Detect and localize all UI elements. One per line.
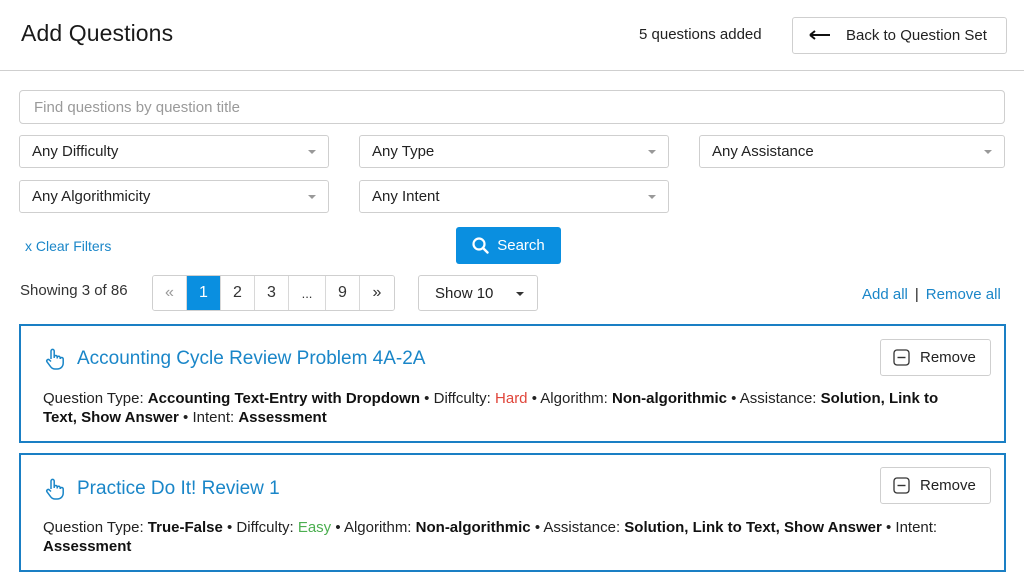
- minus-square-icon: [893, 349, 910, 366]
- meta-label: Assistance:: [739, 390, 821, 407]
- question-title-search-input[interactable]: [19, 90, 1005, 124]
- assistance-filter-value: Any Assistance: [712, 143, 814, 160]
- clear-filters-link[interactable]: x Clear Filters: [25, 238, 111, 254]
- meta-label: Diffculty:: [433, 390, 496, 407]
- add-all-link[interactable]: Add all: [862, 286, 908, 303]
- question-intent: Assessment: [238, 409, 327, 426]
- question-assistance: Solution, Link to Text, Show Answer: [624, 519, 882, 536]
- question-title: Practice Do It! Review 1: [77, 478, 280, 499]
- search-button-label: Search: [497, 237, 545, 254]
- meta-label: Question Type:: [43, 519, 148, 536]
- meta-label: Assistance:: [543, 519, 625, 536]
- question-title-link[interactable]: Practice Do It! Review 1: [45, 478, 280, 500]
- page-header: Add Questions 5 questions added Back to …: [0, 0, 1024, 71]
- page-size-select[interactable]: Show 10: [418, 275, 538, 311]
- hand-pointer-icon: [46, 478, 64, 500]
- pagination-prev[interactable]: «: [153, 276, 187, 310]
- remove-button-label: Remove: [920, 349, 976, 366]
- question-meta: Question Type: True-False • Diffculty: E…: [43, 519, 938, 555]
- question-meta: Question Type: Accounting Text-Entry wit…: [43, 390, 939, 426]
- hand-pointer-icon: [46, 348, 64, 370]
- chevron-down-icon: [308, 150, 316, 154]
- search-button[interactable]: Search: [456, 227, 561, 264]
- chevron-down-icon: [516, 292, 524, 296]
- assistance-filter-select[interactable]: Any Assistance: [699, 135, 1005, 168]
- type-filter-select[interactable]: Any Type: [359, 135, 669, 168]
- chevron-down-icon: [308, 195, 316, 199]
- chevron-down-icon: [984, 150, 992, 154]
- questions-added-count: 5 questions added: [639, 26, 762, 43]
- remove-all-link[interactable]: Remove all: [926, 286, 1001, 303]
- intent-filter-select[interactable]: Any Intent: [359, 180, 669, 213]
- page-title: Add Questions: [21, 20, 174, 46]
- pagination-page-3[interactable]: 3: [255, 276, 289, 310]
- meta-label: Algorithm:: [343, 519, 416, 536]
- pagination-page-9[interactable]: 9: [326, 276, 360, 310]
- question-card: Accounting Cycle Review Problem 4A-2A Re…: [19, 324, 1006, 443]
- pagination-page-2[interactable]: 2: [221, 276, 255, 310]
- question-algorithm: Non-algorithmic: [612, 390, 727, 407]
- question-title-link[interactable]: Accounting Cycle Review Problem 4A-2A: [45, 348, 426, 370]
- results-count: Showing 3 of 86: [20, 282, 128, 299]
- question-type: True-False: [147, 519, 223, 536]
- pagination-ellipsis: ...: [289, 276, 326, 310]
- remove-button-label: Remove: [920, 477, 976, 494]
- back-to-question-set-button[interactable]: Back to Question Set: [792, 17, 1007, 54]
- difficulty-filter-select[interactable]: Any Difficulty: [19, 135, 329, 168]
- meta-label: Intent:: [192, 409, 239, 426]
- question-type: Accounting Text-Entry with Dropdown: [147, 390, 421, 407]
- question-title: Accounting Cycle Review Problem 4A-2A: [77, 348, 426, 369]
- meta-label: Intent:: [895, 519, 938, 536]
- meta-label: Question Type:: [43, 390, 148, 407]
- meta-label: Diffculty:: [236, 519, 298, 536]
- back-button-label: Back to Question Set: [846, 27, 987, 44]
- meta-label: Algorithm:: [540, 390, 612, 407]
- remove-question-button[interactable]: Remove: [880, 467, 991, 504]
- arrow-left-icon: [809, 27, 831, 44]
- page-size-value: Show 10: [435, 284, 494, 302]
- pagination-next[interactable]: »: [360, 276, 394, 310]
- minus-square-icon: [893, 477, 910, 494]
- algorithmicity-filter-select[interactable]: Any Algorithmicity: [19, 180, 329, 213]
- algorithmicity-filter-value: Any Algorithmicity: [32, 188, 151, 205]
- difficulty-filter-value: Any Difficulty: [32, 143, 119, 160]
- search-icon: [472, 237, 489, 254]
- pagination-page-1[interactable]: 1: [187, 276, 221, 310]
- question-algorithm: Non-algorithmic: [415, 519, 531, 536]
- question-difficulty: Hard: [495, 390, 528, 407]
- intent-filter-value: Any Intent: [372, 188, 440, 205]
- bulk-actions: Add all | Remove all: [862, 286, 1001, 303]
- question-intent: Assessment: [43, 538, 132, 555]
- question-difficulty: Easy: [297, 519, 332, 536]
- remove-question-button[interactable]: Remove: [880, 339, 991, 376]
- chevron-down-icon: [648, 150, 656, 154]
- question-card: Practice Do It! Review 1 Remove Question…: [19, 453, 1006, 572]
- pagination: « 1 2 3 ... 9 »: [152, 275, 395, 311]
- chevron-down-icon: [648, 195, 656, 199]
- bulk-separator: |: [914, 286, 919, 303]
- type-filter-value: Any Type: [372, 143, 435, 160]
